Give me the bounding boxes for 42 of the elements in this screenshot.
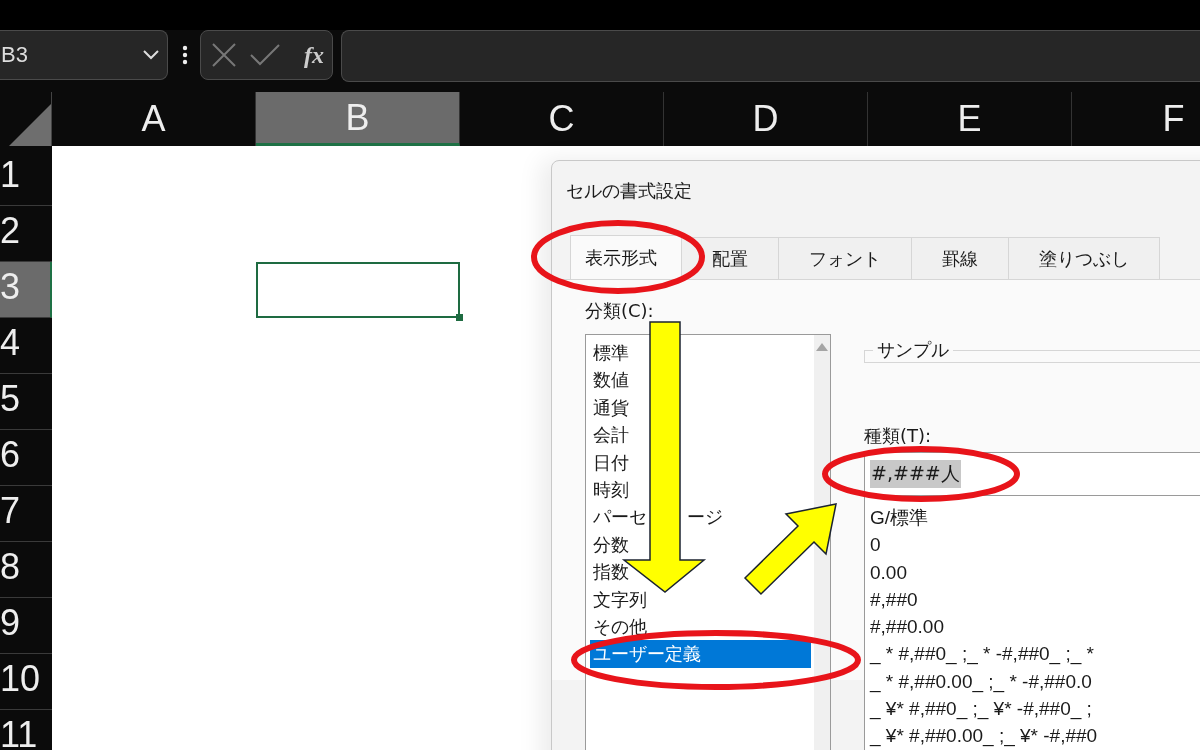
format-item[interactable]: _ ¥* #,##0_ ;_ ¥* -#,##0_ ; [870, 695, 1092, 723]
insert-function-button[interactable]: fx [304, 41, 324, 69]
category-item-fragment: ージ [687, 505, 723, 530]
row-header[interactable]: 3 [0, 262, 52, 318]
category-item[interactable]: 会計 [590, 421, 629, 449]
category-item[interactable]: パーセ [590, 503, 647, 531]
tab[interactable]: 罫線 [912, 237, 1009, 279]
active-cell[interactable] [256, 262, 460, 318]
format-item[interactable]: 0 [870, 531, 881, 559]
format-item[interactable]: G/標準 [870, 504, 929, 532]
dialog-title: セルの書式設定 [565, 179, 693, 203]
tab[interactable]: 表示形式 [570, 235, 682, 279]
format-item[interactable]: _ * #,##0.00_ ;_ * -#,##0.0 [870, 667, 1092, 696]
select-all-icon[interactable] [7, 102, 51, 146]
category-item[interactable]: 数値 [590, 366, 629, 394]
name-box[interactable]: B3 [0, 30, 168, 80]
sample-label: サンプル [876, 338, 950, 362]
chevron-down-icon [143, 50, 159, 60]
format-item[interactable]: #,##0 [870, 585, 918, 614]
category-item[interactable]: 文字列 [590, 585, 647, 613]
column-header[interactable]: B [256, 92, 460, 146]
tab[interactable]: フォント [779, 237, 912, 279]
format-item[interactable]: _ * #,##0_ ;_ * -#,##0_ ;_ * [870, 640, 1094, 668]
cancel-icon[interactable] [211, 42, 237, 68]
type-field[interactable]: #,###人 [864, 452, 1200, 496]
category-item[interactable]: 指数 [590, 558, 629, 586]
check-icon[interactable] [249, 43, 281, 67]
format-item[interactable]: 0.00 [870, 558, 907, 586]
scroll-up-icon[interactable] [816, 343, 828, 351]
category-item[interactable]: 分数 [590, 530, 629, 559]
category-item[interactable]: 通貨 [590, 393, 629, 422]
category-item[interactable]: 時刻 [590, 475, 629, 504]
type-label: 種類(T): [864, 424, 933, 448]
category-item[interactable]: 標準 [590, 339, 629, 367]
formula-input[interactable] [341, 30, 1200, 82]
category-label: 分類(C): [585, 299, 655, 323]
format-item[interactable]: #,##0.00 [870, 613, 944, 641]
category-item[interactable]: ユーザー定義 [590, 640, 811, 668]
tab[interactable]: 塗りつぶし [1009, 237, 1160, 279]
format-item[interactable]: _ ¥* #,##0.00_ ;_ ¥* -#,##0 [870, 722, 1098, 750]
category-item[interactable]: 日付 [590, 448, 629, 476]
more-icon[interactable] [182, 45, 188, 65]
